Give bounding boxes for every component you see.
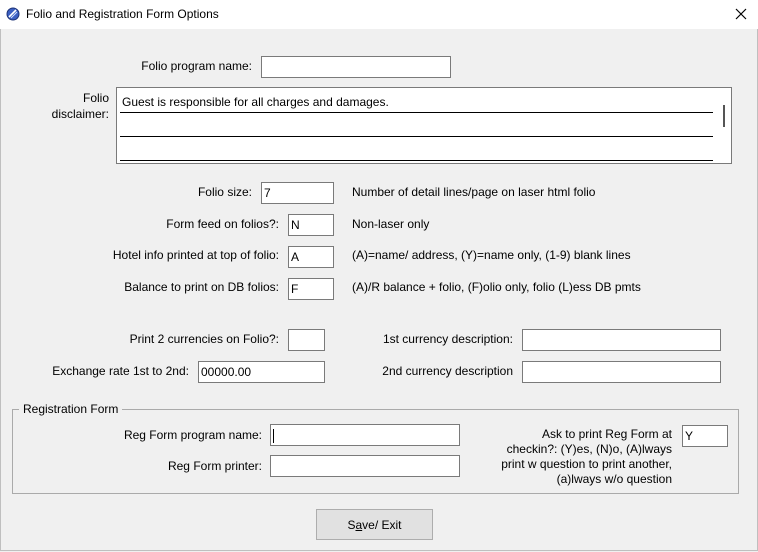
hotel-info-input[interactable]: A — [288, 246, 334, 268]
ask-print-reg-form-input[interactable]: Y — [682, 425, 728, 447]
balance-label: Balance to print on DB folios: — [124, 280, 279, 294]
window-title: Folio and Registration Form Options — [26, 7, 219, 21]
reg-form-printer-input[interactable] — [270, 455, 460, 477]
ask-print-reg-form-line-3: print w question to print another, — [501, 457, 672, 471]
folio-disclaimer-textarea[interactable]: Guest is responsible for all charges and… — [116, 87, 732, 164]
save-exit-button[interactable]: Sa ve/ Exit — [316, 509, 433, 540]
first-currency-label: 1st currency description: — [382, 332, 513, 346]
folio-disclaimer-label-line2: disclaimer: — [51, 107, 109, 121]
text-caret — [273, 428, 274, 443]
form-feed-input[interactable]: N — [288, 214, 334, 236]
print-two-currencies-label: Print 2 currencies on Folio?: — [129, 332, 279, 346]
close-icon — [735, 8, 747, 20]
save-exit-label-prefix: S — [347, 517, 356, 532]
disclaimer-scrollbar[interactable] — [718, 90, 730, 161]
close-button[interactable] — [728, 4, 754, 24]
ask-print-reg-form-line-2: checkin?: (Y)es, (N)o, (A)lways — [506, 442, 672, 456]
exchange-rate-input[interactable]: 00000.00 — [198, 361, 325, 383]
scrollbar-thumb[interactable] — [723, 105, 725, 127]
form-feed-hint: Non-laser only — [352, 217, 430, 231]
folio-size-input[interactable]: 7 — [261, 182, 334, 204]
ask-print-reg-form-line-1: Ask to print Reg Form at — [541, 427, 672, 441]
save-exit-mnemonic: a — [355, 517, 363, 532]
balance-hint: (A)/R balance + folio, (F)olio only, fol… — [352, 280, 641, 294]
folio-disclaimer-label-line1: Folio — [82, 91, 109, 105]
reg-form-printer-label: Reg Form printer: — [167, 459, 262, 473]
hotel-info-label: Hotel info printed at top of folio: — [112, 248, 279, 262]
disclaimer-line-1[interactable]: Guest is responsible for all charges and… — [120, 90, 713, 113]
registration-form-group-title: Registration Form — [19, 402, 123, 416]
disclaimer-line-2[interactable] — [120, 114, 713, 137]
disclaimer-line-3[interactable] — [120, 138, 713, 161]
reg-form-program-name-label: Reg Form program name: — [123, 428, 262, 442]
ask-print-reg-form-line-4: (a)lways w/o question — [556, 472, 672, 486]
title-bar: Folio and Registration Form Options — [0, 0, 758, 29]
balance-input[interactable]: F — [288, 278, 334, 300]
folio-program-name-label: Folio program name: — [141, 59, 252, 73]
save-exit-label-suffix: ve/ Exit — [362, 517, 402, 532]
second-currency-input[interactable] — [522, 361, 721, 383]
print-two-currencies-input[interactable] — [288, 329, 325, 351]
second-currency-label: 2nd currency description — [382, 364, 513, 378]
folio-size-label: Folio size: — [197, 185, 252, 199]
reg-form-program-name-input[interactable] — [270, 424, 460, 446]
exchange-rate-label: Exchange rate 1st to 2nd: — [52, 364, 189, 378]
folio-size-hint: Number of detail lines/page on laser htm… — [352, 185, 596, 199]
form-feed-label: Form feed on folios?: — [166, 217, 279, 231]
ask-print-reg-form-label: Ask to print Reg Form at checkin?: (Y)es… — [462, 427, 672, 487]
folio-program-name-input[interactable] — [261, 56, 451, 78]
app-icon — [6, 7, 20, 21]
hotel-info-hint: (A)=name/ address, (Y)=name only, (1-9) … — [352, 248, 631, 262]
first-currency-input[interactable] — [522, 329, 721, 351]
